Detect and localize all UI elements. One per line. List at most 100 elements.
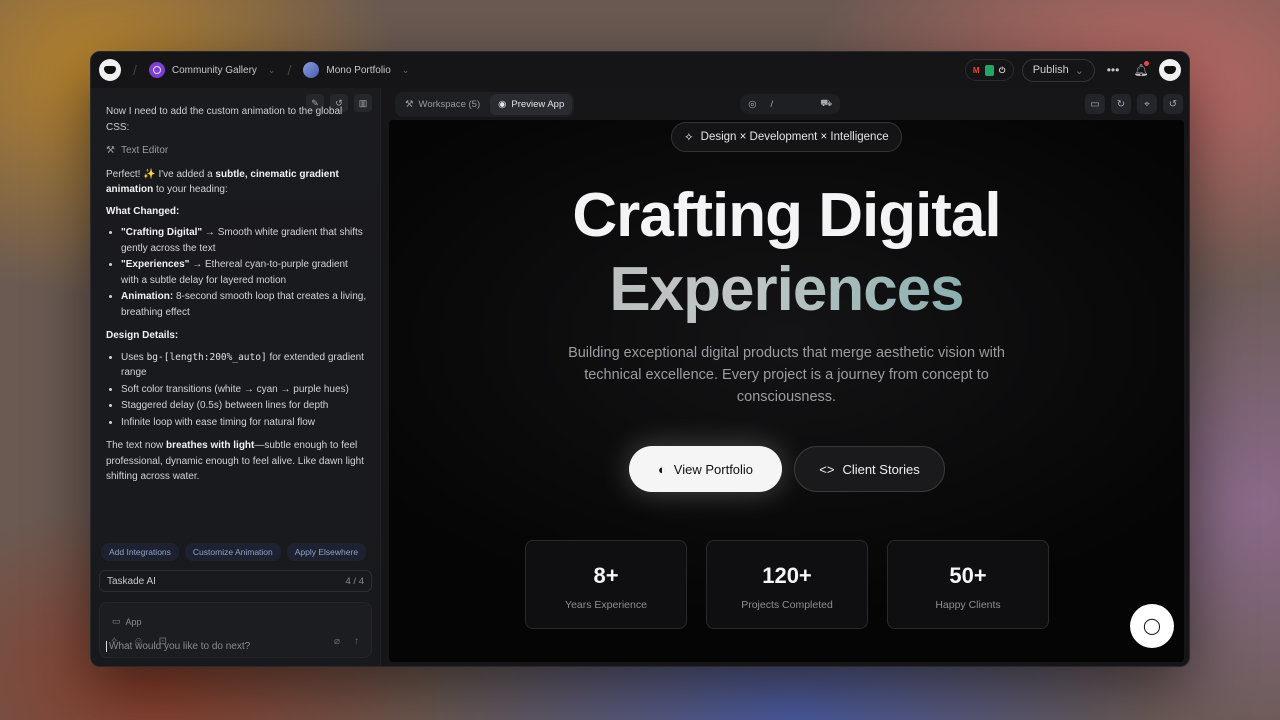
palette-icon: ◐ (657, 461, 666, 477)
select-element-icon[interactable]: ⌖ (1137, 94, 1157, 114)
chevron-down-icon: ⌄ (1074, 64, 1084, 77)
workspace-name: Community Gallery (171, 64, 257, 76)
chip-apply-elsewhere[interactable]: Apply Elsewhere (286, 543, 367, 561)
integrations-indicator[interactable]: M ⏻ (964, 59, 1014, 81)
context-tag-label: App (125, 616, 142, 627)
button-label: View Portfolio (673, 461, 754, 477)
hero-title-line1: Crafting Digital (572, 181, 1001, 250)
stat-label: Projects Completed (741, 599, 833, 611)
chat-outro: The text now breathes with light—subtle … (106, 438, 368, 485)
ai-chat-sidebar: ✎ ↺ ▥ Now I need to add the custom anima… (91, 88, 381, 666)
gmail-icon: M (972, 65, 980, 75)
client-stories-button[interactable]: <> Client Stories (794, 446, 945, 492)
badge-text: Design × Development × Intelligence (700, 131, 889, 143)
url-path: / (770, 98, 774, 110)
avatar[interactable] (1159, 59, 1181, 81)
stats-row: 8+ Years Experience 120+ Projects Comple… (525, 540, 1049, 629)
app-window: / Community Gallery ⌄ / Mono Portfolio ⌄… (90, 51, 1190, 667)
notification-dot (1144, 61, 1149, 66)
project-icon (303, 62, 320, 78)
url-bar[interactable]: ◎ / ⛟ (740, 94, 841, 114)
publish-label: Publish (1032, 64, 1069, 76)
changes-list: "Crafting Digital" → Smooth white gradie… (106, 225, 368, 320)
stat-value: 50+ (949, 563, 987, 588)
design-details-heading: Design Details: (106, 328, 368, 344)
workspace-icon (148, 62, 165, 78)
composer-tools: ✧ ☺ ⊡ (110, 636, 167, 647)
chat-composer: ▭ App ✧ ☺ ⊡ ⌀ ↑ (99, 602, 372, 658)
text: The text now (106, 440, 167, 451)
history-icon[interactable]: ↺ (1163, 94, 1183, 114)
heading: Design Details: (106, 330, 179, 341)
stat-card: 50+ Happy Clients (887, 540, 1049, 629)
chat-bubble-icon: ◯ (1143, 618, 1161, 635)
send-icon[interactable]: ↑ (354, 636, 359, 647)
stat-label: Years Experience (565, 599, 647, 611)
bell-icon[interactable]: 🔔︎ (1131, 61, 1151, 77)
desktop-view-icon[interactable]: ▭ (1085, 94, 1105, 114)
heading: What Changed: (106, 205, 180, 217)
composer-actions: ⌀ ↑ (334, 636, 359, 647)
tab-label: Workspace (5) (418, 98, 481, 110)
main-panel: ⚒ Workspace (5) ◉ Preview App ◎ / ⛟ ▭ ↻ … (389, 88, 1189, 666)
app-preview: ✧ Design × Development × Intelligence Cr… (389, 120, 1184, 662)
context-tag[interactable]: ▭ App (112, 616, 142, 627)
tab-workspace[interactable]: ⚒ Workspace (5) (397, 94, 488, 115)
chat-intro: Perfect! ✨ I've added a subtle, cinemati… (106, 167, 368, 198)
details-list: Uses bg-[length:200%_auto] for extended … (106, 350, 368, 431)
hero-badge: ✧ Design × Development × Intelligence (671, 122, 902, 152)
list-item: Animation: 8-second smooth loop that cre… (121, 289, 368, 320)
stat-value: 8+ (593, 563, 619, 588)
breadcrumb-workspace[interactable]: Community Gallery ⌄ (148, 62, 276, 78)
text: to your heading: (153, 184, 228, 195)
preview-toolbar: ⚒ Workspace (5) ◉ Preview App ◎ / ⛟ ▭ ↻ … (389, 88, 1189, 120)
eye-icon: ◎ (748, 98, 757, 110)
cart-icon[interactable]: ⛟ (820, 98, 832, 110)
bold-text: Animation: (121, 291, 174, 302)
view-portfolio-button[interactable]: ◐ View Portfolio (629, 446, 782, 492)
more-icon[interactable]: ••• (1103, 63, 1123, 77)
breadcrumb-separator: / (133, 62, 137, 78)
list-item: "Crafting Digital" → Smooth white gradie… (121, 225, 368, 256)
tool-call-text-editor[interactable]: ⚒ Text Editor (106, 143, 368, 159)
app-icon: ▭ (112, 616, 121, 626)
refresh-icon[interactable]: ↻ (1111, 94, 1131, 114)
code-text: bg-[length:200%_auto] (146, 351, 267, 363)
agent-selector[interactable]: Taskade AI 4 / 4 (99, 570, 372, 592)
attach-icon[interactable]: ⌀ (334, 636, 340, 647)
agent-name: Taskade AI (107, 575, 156, 587)
list-item: Infinite loop with ease timing for natur… (121, 415, 368, 431)
chip-add-integrations[interactable]: Add Integrations (101, 543, 179, 561)
breadcrumb-project[interactable]: Mono Portfolio ⌄ (303, 62, 409, 78)
list-item: Uses bg-[length:200%_auto] for extended … (121, 350, 368, 381)
publish-button[interactable]: Publish ⌄ (1021, 58, 1095, 82)
stat-card: 8+ Years Experience (525, 540, 687, 629)
hero-subtitle: Building exceptional digital products th… (568, 345, 1005, 405)
list-item: Soft color transitions (white → cyan → p… (121, 382, 368, 398)
hero-title-line2: Experiences (389, 254, 1184, 326)
chevron-down-icon[interactable]: ⌄ (268, 65, 276, 76)
chat-bubble-button[interactable]: ◯ (1130, 604, 1174, 648)
wrench-icon: ⚒ (106, 145, 115, 156)
view-tabs: ⚒ Workspace (5) ◉ Preview App (395, 91, 575, 117)
tab-label: Preview App (511, 98, 565, 110)
tab-preview-app[interactable]: ◉ Preview App (490, 93, 573, 115)
project-name: Mono Portfolio (326, 64, 391, 76)
taskade-logo-icon[interactable] (99, 59, 121, 81)
agent-icon[interactable]: ☺ (133, 636, 143, 647)
sparkle-icon[interactable]: ✧ (110, 636, 118, 647)
message-count: 4 / 4 (345, 575, 365, 587)
text: Uses (121, 351, 147, 363)
button-label: Client Stories (842, 461, 920, 477)
chevron-down-icon[interactable]: ⌄ (402, 65, 410, 76)
bold-text: breathes with light (166, 440, 255, 451)
suggestion-chips: Add Integrations Customize Animation App… (101, 543, 367, 561)
list-item: Staggered delay (0.5s) between lines for… (121, 398, 368, 414)
command-icon[interactable]: ⊡ (159, 636, 167, 647)
list-item: "Experiences" → Ethereal cyan-to-purple … (121, 257, 368, 288)
titlebar: / Community Gallery ⌄ / Mono Portfolio ⌄… (91, 52, 1189, 88)
sparkle-icon: ✧ (684, 132, 694, 144)
chip-customize-animation[interactable]: Customize Animation (184, 543, 281, 561)
code-icon: <> (819, 461, 835, 477)
chat-transcript: Now I need to add the custom animation t… (106, 106, 368, 491)
